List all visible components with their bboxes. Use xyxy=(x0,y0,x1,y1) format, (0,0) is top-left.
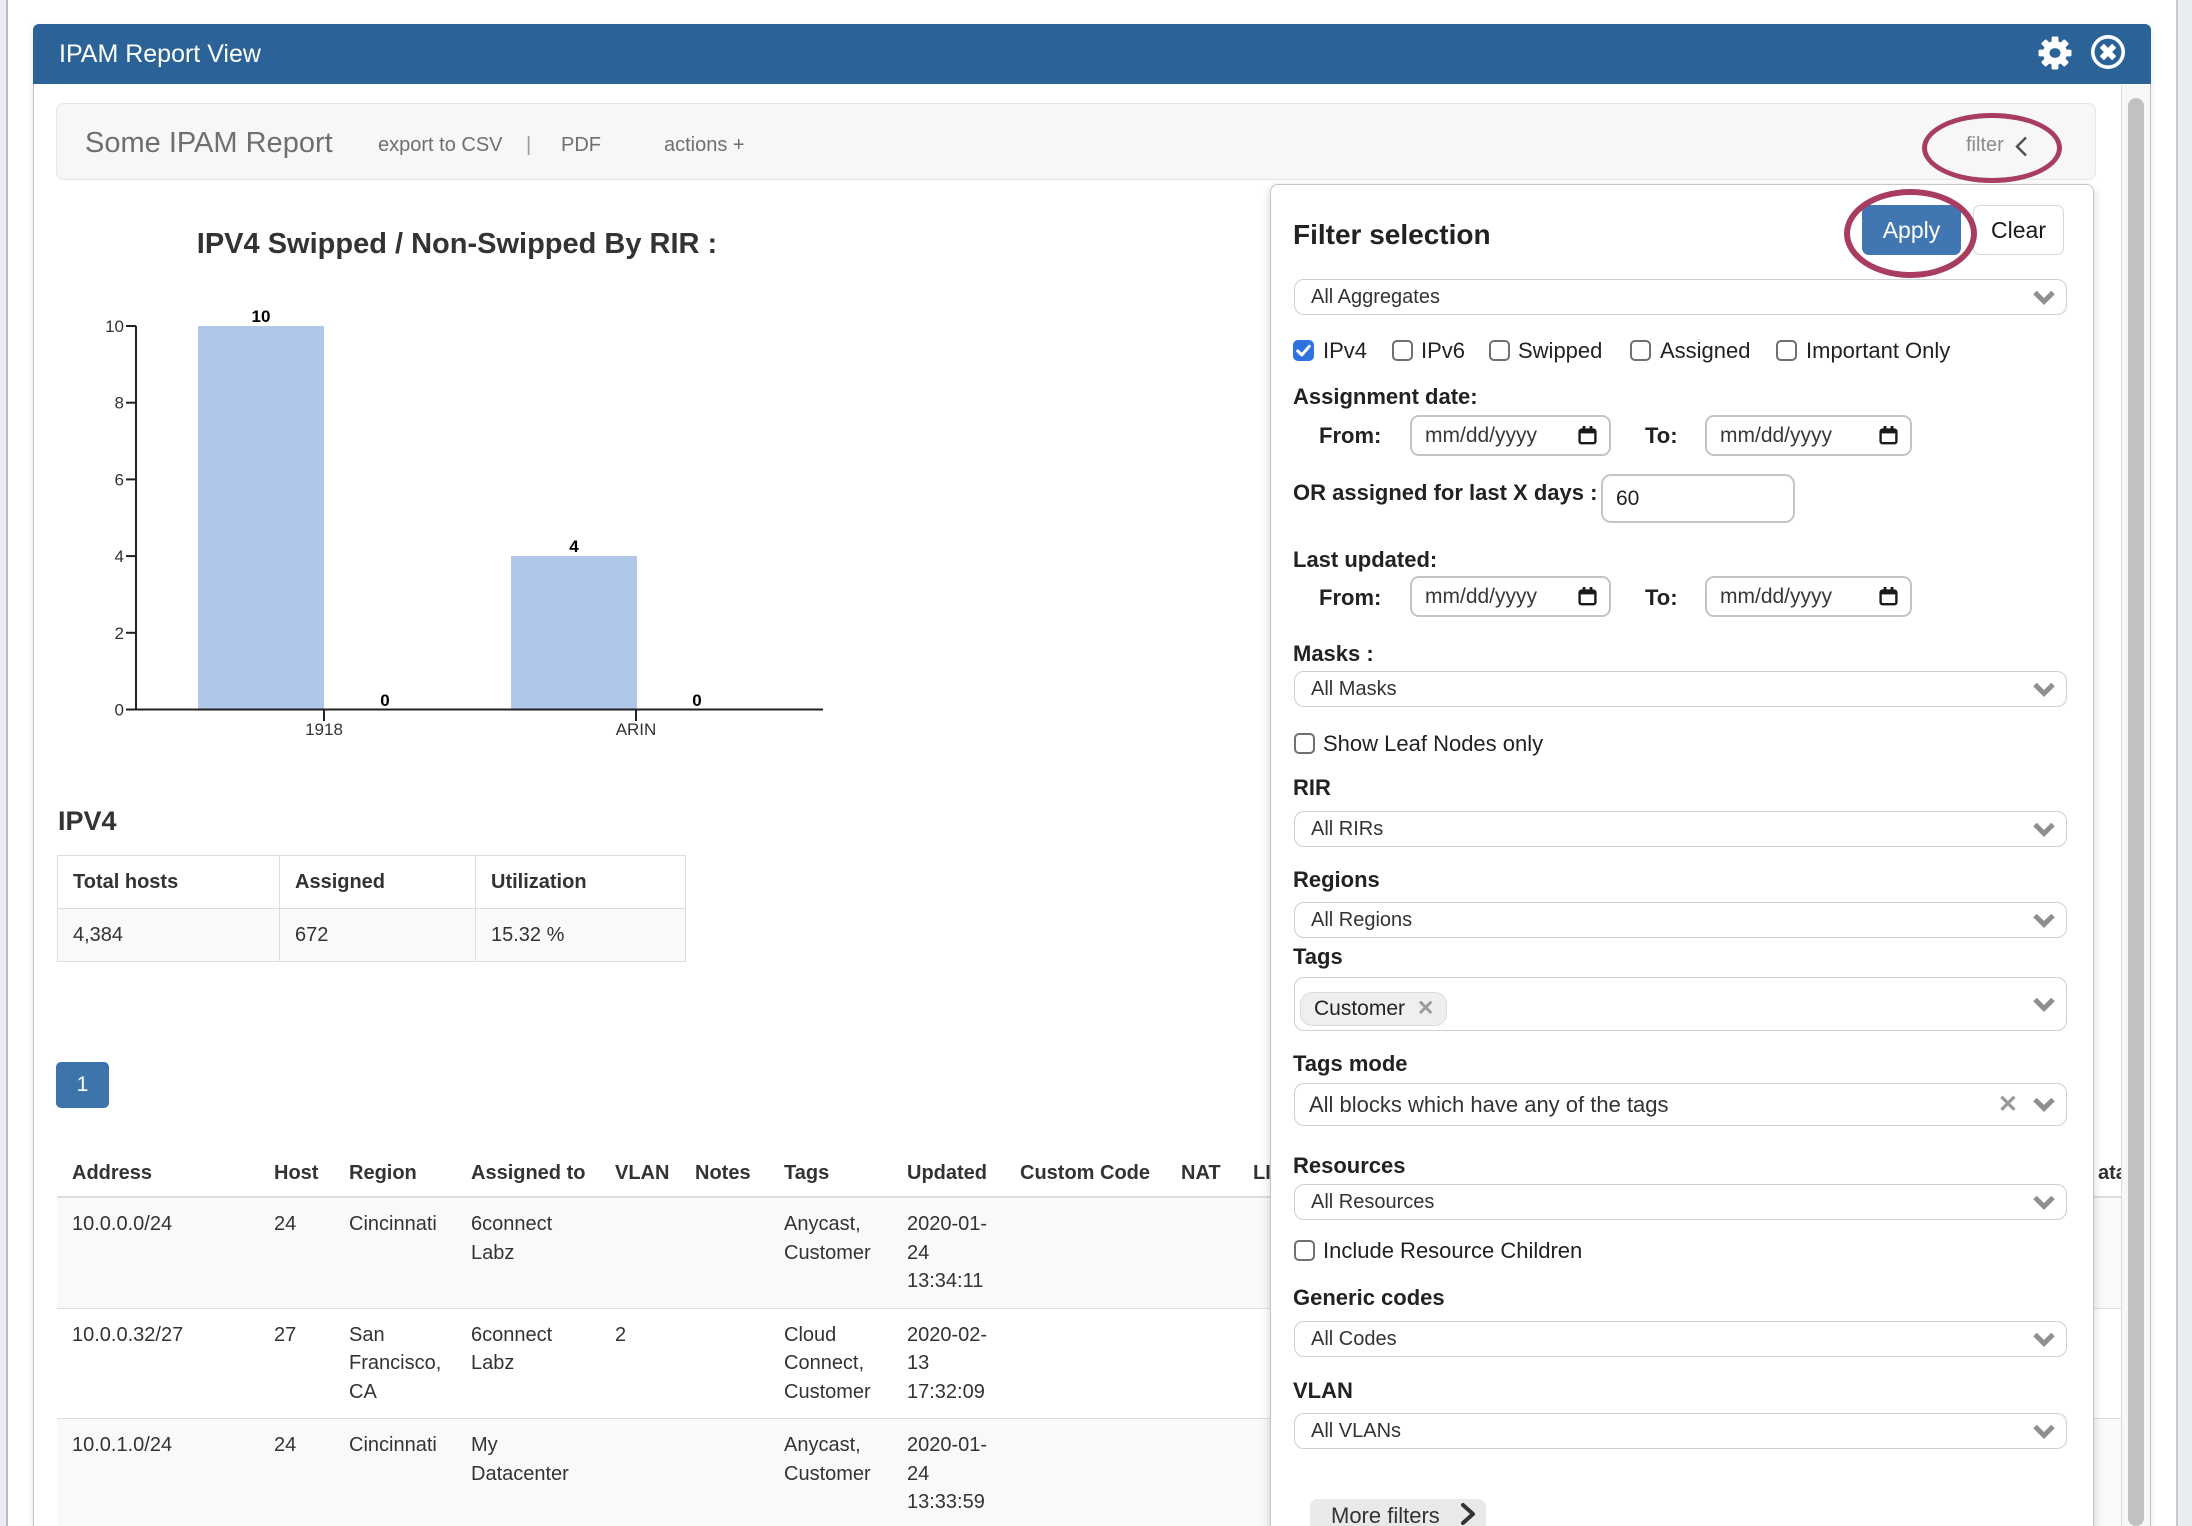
svg-text:6: 6 xyxy=(115,470,124,489)
svg-text:1918: 1918 xyxy=(305,720,343,739)
svg-text:ARIN: ARIN xyxy=(616,720,657,739)
svg-text:10: 10 xyxy=(252,307,271,326)
svg-text:4: 4 xyxy=(569,537,579,556)
svg-text:8: 8 xyxy=(115,394,124,413)
svg-text:10: 10 xyxy=(105,317,124,336)
svg-text:0: 0 xyxy=(692,691,701,710)
svg-text:4: 4 xyxy=(115,547,124,566)
svg-text:0: 0 xyxy=(115,701,124,720)
svg-text:2: 2 xyxy=(115,624,124,643)
svg-text:0: 0 xyxy=(380,691,389,710)
